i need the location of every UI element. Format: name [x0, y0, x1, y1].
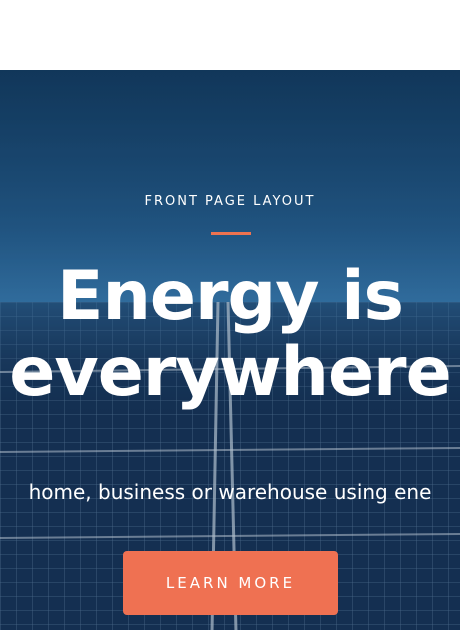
hero-headline-line-1: Energy is [57, 257, 404, 336]
hero-eyebrow: FRONT PAGE LAYOUT [144, 194, 316, 209]
top-header-bar [0, 0, 460, 70]
hero-section: FRONT PAGE LAYOUT Energy is everywhere h… [0, 70, 460, 630]
accent-divider [211, 232, 251, 235]
hero-subtext: home, business or warehouse using ene [28, 480, 432, 504]
learn-more-button[interactable]: LEARN MORE [123, 551, 338, 615]
hero-headline-line-2: everywhere [9, 333, 451, 412]
